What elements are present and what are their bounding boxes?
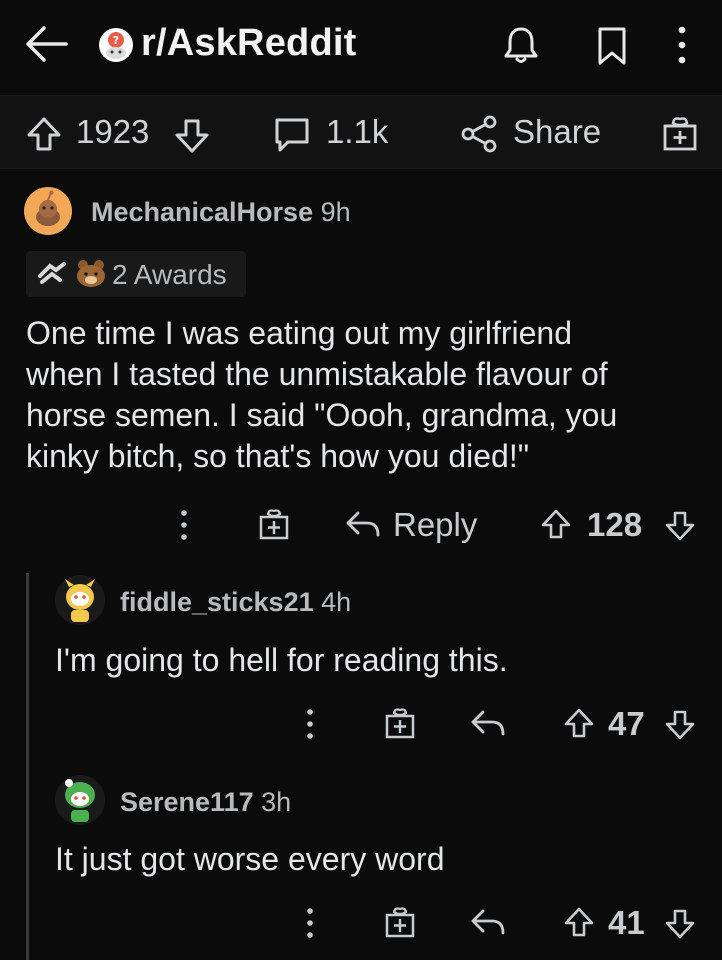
comment-score: 47 — [608, 705, 645, 742]
top-bar: ? r/AskReddit — [0, 0, 722, 95]
upvote-icon[interactable] — [563, 707, 595, 739]
comment-author[interactable]: Serene117 — [120, 787, 254, 817]
share-icon[interactable] — [460, 115, 498, 153]
downvote-icon[interactable] — [664, 709, 696, 741]
user-avatar-icon[interactable] — [55, 775, 105, 825]
comment-author[interactable]: fiddle_sticks21 — [120, 587, 314, 617]
comment-body-line: kinky bitch, so that's how you died!" — [26, 438, 530, 474]
more-options-icon[interactable] — [176, 507, 192, 543]
comment-score: 41 — [608, 904, 645, 941]
thread-line[interactable] — [26, 573, 29, 960]
user-avatar-icon[interactable] — [24, 187, 72, 235]
reply-arrow-icon[interactable] — [470, 708, 506, 738]
award-gift-icon[interactable] — [662, 114, 698, 152]
comment-time: 3h — [261, 787, 292, 817]
award-gift-icon[interactable] — [384, 706, 416, 740]
upvote-icon[interactable] — [540, 508, 572, 540]
downvote-icon[interactable] — [664, 510, 696, 542]
awards-label: 2 Awards — [112, 259, 227, 290]
downvote-icon[interactable] — [664, 908, 696, 940]
share-label[interactable]: Share — [513, 113, 601, 151]
comment-time: 4h — [321, 587, 352, 617]
comment-time: 9h — [320, 197, 351, 227]
more-options-icon[interactable] — [302, 706, 318, 742]
awards-pill[interactable]: 2 Awards — [26, 251, 246, 297]
comment-score: 128 — [587, 506, 643, 543]
comment-author[interactable]: MechanicalHorse — [91, 197, 313, 227]
reply-button[interactable]: Reply — [393, 506, 477, 544]
bear-award-icon — [77, 260, 105, 287]
post-action-bar: 1923 1.1k Share — [0, 95, 722, 169]
bookmark-icon[interactable] — [594, 26, 630, 66]
reply-arrow-icon[interactable] — [345, 509, 381, 539]
comment-body-line: when I tasted the unmistakable flavour o… — [26, 356, 608, 392]
svg-text:?: ? — [113, 34, 119, 47]
post-score: 1923 — [76, 113, 150, 150]
comment-body: I'm going to hell for reading this. — [55, 642, 508, 678]
back-arrow-icon[interactable] — [24, 24, 68, 64]
upvote-icon[interactable] — [26, 116, 62, 152]
comment-body: One time I was eating out my girlfriend … — [26, 313, 617, 477]
subreddit-avatar-icon[interactable]: ? — [98, 27, 134, 63]
comment-body-line: One time I was eating out my girlfriend — [26, 315, 573, 351]
more-options-icon[interactable] — [302, 905, 318, 941]
comment-body-line: horse semen. I said "Oooh, grandma, you — [26, 397, 618, 433]
downvote-icon[interactable] — [174, 118, 210, 154]
helpful-award-icon — [38, 262, 66, 284]
comment-count[interactable]: 1.1k — [326, 113, 388, 151]
award-gift-icon[interactable] — [384, 905, 416, 939]
more-options-icon[interactable] — [672, 24, 692, 66]
comment-bubble-icon[interactable] — [272, 116, 312, 154]
award-gift-icon[interactable] — [258, 507, 290, 541]
reply-arrow-icon[interactable] — [470, 907, 506, 937]
bell-icon[interactable] — [500, 24, 542, 66]
comment-body: It just got worse every word — [55, 841, 445, 877]
user-avatar-icon[interactable] — [55, 575, 105, 625]
subreddit-title[interactable]: r/AskReddit — [141, 22, 356, 65]
upvote-icon[interactable] — [563, 906, 595, 938]
